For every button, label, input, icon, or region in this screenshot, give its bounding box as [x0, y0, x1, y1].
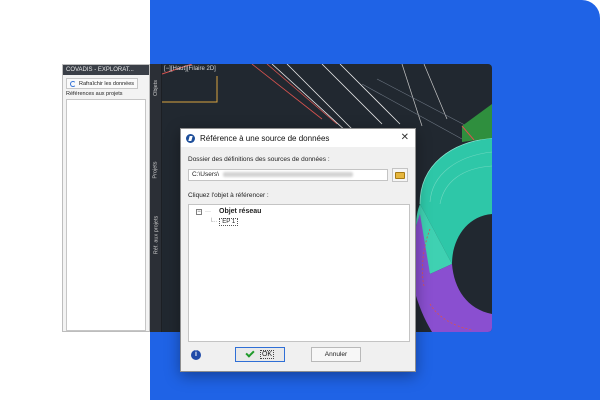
ok-button[interactable]: OK [235, 347, 285, 362]
refresh-icon [70, 80, 76, 87]
data-source-reference-dialog: Référence à une source de données ✕ Doss… [180, 128, 416, 372]
tab-project-references[interactable]: Réf. aux projets [150, 204, 162, 266]
data-source-path-field[interactable]: C:\Users\ [188, 169, 388, 181]
collapse-toggle[interactable]: − [196, 208, 202, 215]
cancel-button[interactable]: Annuler [311, 347, 361, 362]
info-icon[interactable]: i [191, 350, 201, 360]
tree-child-node[interactable]: └·· EP 1 [209, 218, 239, 226]
tab-project-references-label: Réf. aux projets [153, 215, 159, 255]
tab-projets[interactable]: Projets [150, 150, 162, 190]
click-object-label: Cliquez l'objet à référencer : [188, 192, 269, 199]
tab-objets[interactable]: Objets [150, 68, 162, 108]
path-redacted [223, 171, 354, 177]
browse-folder-button[interactable] [392, 168, 408, 182]
app-icon [186, 133, 195, 143]
tree-root-node[interactable]: − ··· Objet réseau [196, 208, 261, 215]
check-icon [245, 348, 255, 358]
path-value: C:\Users\ [192, 171, 220, 178]
ok-label: OK [259, 350, 275, 359]
folder-label: Dossier des définitions des sources de d… [188, 156, 330, 163]
project-references-label: Références aux projets [66, 91, 123, 97]
dialog-title: Référence à une source de données [200, 133, 330, 143]
refresh-label: Rafraîchir les données [79, 80, 135, 87]
folder-icon [395, 171, 405, 179]
close-icon[interactable]: ✕ [401, 132, 409, 143]
tab-objets-label: Objets [153, 80, 159, 96]
viewport-label[interactable]: [−][Haut][Filaire 2D] [164, 66, 216, 72]
explorer-title: COVADIS - EXPLORAT... [63, 65, 149, 75]
object-tree[interactable]: − ··· Objet réseau └·· EP 1 [188, 204, 410, 342]
explorer-panel: COVADIS - EXPLORAT... Rafraîchir les don… [62, 64, 150, 332]
dialog-titlebar: Référence à une source de données ✕ [181, 129, 415, 147]
tree-connector: └·· [209, 219, 218, 225]
tree-root-label: Objet réseau [219, 208, 262, 215]
tab-projets-label: Projets [153, 161, 159, 179]
refresh-data-button[interactable]: Rafraîchir les données [66, 78, 138, 89]
vertical-tab-strip: Objets Projets Réf. aux projets [150, 64, 162, 332]
tree-dash: ··· [205, 208, 211, 215]
tree-child-label: EP 1 [219, 218, 239, 226]
project-references-list[interactable] [66, 99, 146, 331]
